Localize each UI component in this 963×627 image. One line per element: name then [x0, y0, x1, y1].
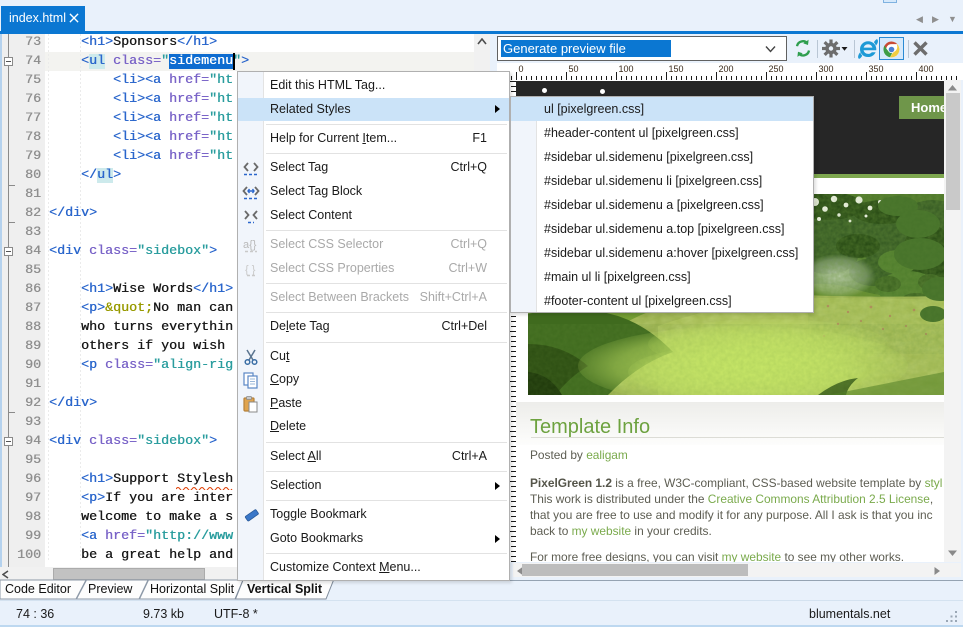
svg-text:a{}: a{} — [243, 239, 257, 251]
svg-text:0: 0 — [519, 64, 524, 74]
svg-text:250: 250 — [769, 64, 784, 74]
svg-text:150: 150 — [669, 64, 684, 74]
svg-text:350: 350 — [869, 64, 884, 74]
svg-text:300: 300 — [819, 64, 834, 74]
svg-text:{ }: { } — [245, 264, 256, 276]
svg-text:400: 400 — [919, 64, 934, 74]
svg-text:200: 200 — [719, 64, 734, 74]
svg-text:50: 50 — [569, 64, 579, 74]
svg-text:100: 100 — [619, 64, 634, 74]
